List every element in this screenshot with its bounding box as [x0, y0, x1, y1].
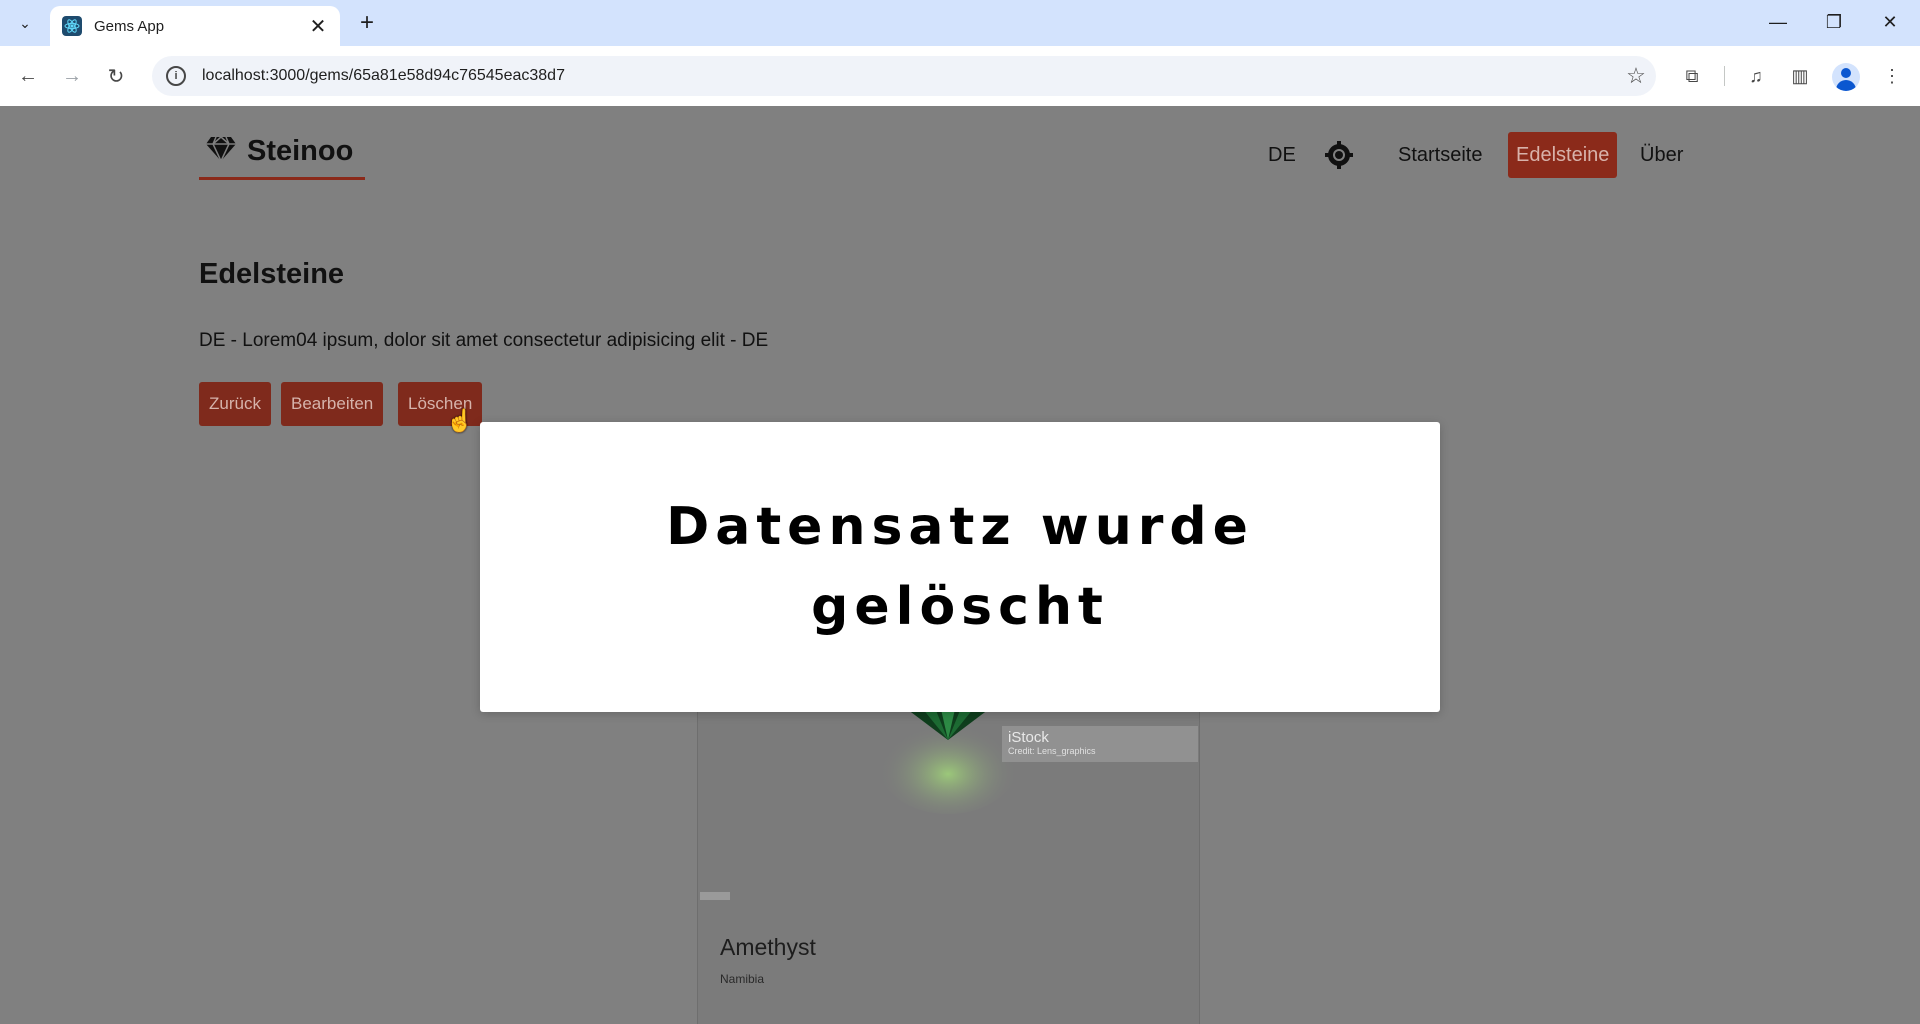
nav-home[interactable]: Startseite	[1390, 132, 1490, 178]
media-control-icon[interactable]: ♫	[1740, 60, 1772, 92]
minimize-icon[interactable]: ―	[1750, 0, 1806, 44]
address-bar[interactable]: i localhost:3000/gems/65a81e58d94c76545e…	[152, 56, 1656, 96]
extensions-icon[interactable]: ⧉	[1676, 60, 1708, 92]
browser-toolbar: ← → ↻ i localhost:3000/gems/65a81e58d94c…	[0, 46, 1920, 106]
tab-close-icon[interactable]: ✕	[308, 14, 328, 39]
site-info-icon[interactable]: i	[166, 66, 186, 86]
istock-watermark: iStock Credit: Lens_graphics	[1002, 726, 1198, 762]
watermark-credit: Credit: Lens_graphics	[1008, 746, 1096, 756]
react-favicon-icon	[62, 16, 82, 36]
watermark-brand: iStock	[1008, 729, 1049, 746]
language-switch[interactable]: DE	[1268, 132, 1296, 178]
address-url[interactable]: localhost:3000/gems/65a81e58d94c76545eac…	[202, 67, 1616, 85]
diamond-icon	[205, 135, 237, 168]
window-close-icon[interactable]: ✕	[1862, 0, 1918, 44]
reload-icon[interactable]: ↻	[100, 60, 132, 92]
side-panel-icon[interactable]: ▥	[1784, 60, 1816, 92]
card-subtitle: Namibia	[720, 972, 765, 986]
modal-message: Datensatz wurde gelöscht	[666, 497, 1254, 637]
image-tag	[700, 892, 730, 900]
browser-tab[interactable]: Gems App ✕	[50, 6, 340, 46]
nav-about[interactable]: Über	[1632, 132, 1691, 178]
new-tab-icon[interactable]: +	[352, 8, 382, 38]
toolbar-divider	[1724, 66, 1725, 86]
brand-link[interactable]: Steinoo	[199, 134, 366, 180]
browser-tab-bar: ⌄ Gems App ✕ + ― ❐ ✕	[0, 0, 1920, 46]
page-description: DE - Lorem04 ipsum, dolor sit amet conse…	[199, 330, 769, 351]
restore-icon[interactable]: ❐	[1806, 0, 1862, 44]
theme-toggle-icon[interactable]	[1322, 132, 1356, 178]
tab-title: Gems App	[94, 17, 165, 35]
deleted-modal[interactable]: Datensatz wurde gelöscht	[480, 422, 1440, 712]
tab-search-icon[interactable]: ⌄	[8, 8, 42, 38]
brand-name: Steinoo	[247, 135, 354, 167]
back-button[interactable]: Zurück	[199, 382, 271, 426]
card-title: Amethyst	[720, 934, 816, 960]
page-title: Edelsteine	[199, 258, 345, 290]
nav-gems[interactable]: Edelsteine	[1508, 132, 1618, 178]
hand-cursor-icon: ☝	[446, 408, 474, 433]
back-arrow-icon[interactable]: ←	[12, 60, 44, 92]
edit-button[interactable]: Bearbeiten	[281, 382, 384, 426]
profile-avatar[interactable]	[1832, 63, 1860, 91]
bookmark-star-icon[interactable]: ☆	[1616, 56, 1656, 96]
gem-card[interactable]: iStock Credit: Lens_graphics Amethyst Na…	[697, 666, 1200, 1024]
more-menu-icon[interactable]: ⋮	[1876, 60, 1908, 92]
forward-arrow-icon[interactable]: →	[56, 60, 88, 92]
